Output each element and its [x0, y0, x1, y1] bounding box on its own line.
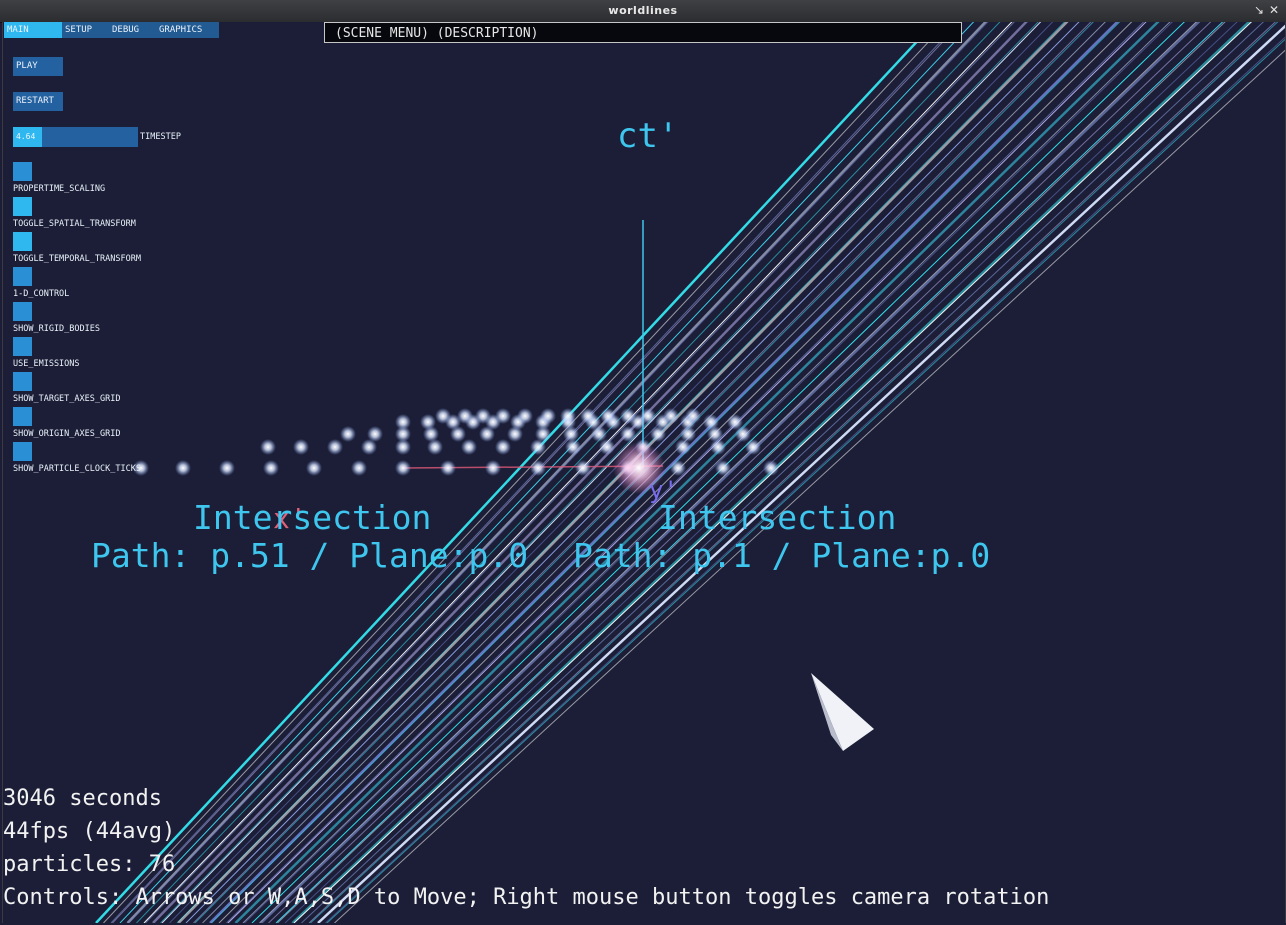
toggle-checkbox[interactable] [13, 162, 32, 181]
timestep-slider[interactable]: 4.64 [13, 127, 138, 147]
particle [420, 414, 436, 430]
particle [351, 460, 367, 476]
particle [663, 408, 679, 424]
worldline [244, 22, 1173, 923]
worldline [119, 22, 975, 923]
particle [727, 414, 743, 430]
elapsed-time: 3046 seconds [3, 786, 162, 811]
play-button[interactable]: PLAY [13, 57, 63, 76]
minimize-icon[interactable]: ↘ [1252, 3, 1266, 17]
particle [745, 439, 761, 455]
toggle-label: SHOW_PARTICLE_CLOCK_TICKS [13, 464, 141, 474]
particle-count: particles: 76 [3, 852, 176, 877]
particle [435, 408, 451, 424]
particle [340, 426, 356, 442]
worldline [161, 22, 1042, 923]
intersection-2-detail: Path: p.1 / Plane:p.0 [573, 536, 991, 575]
particle [763, 460, 779, 476]
toggle-label: USE_EMISSIONS [13, 359, 80, 369]
toggle-checkbox[interactable] [13, 442, 32, 461]
worldline [326, 38, 1285, 923]
toggle-label: PROPERTIME_SCALING [13, 184, 106, 194]
title-bar[interactable]: worldlines ↘ ✕ [0, 0, 1286, 23]
worldline [277, 22, 1226, 923]
tab-debug[interactable]: DEBUG [109, 22, 156, 38]
toggle-checkbox[interactable] [13, 372, 32, 391]
particle [703, 414, 719, 430]
toggle-label: SHOW_ORIGIN_AXES_GRID [13, 429, 121, 439]
particle [260, 439, 276, 455]
worldline [227, 22, 1147, 923]
particle [175, 460, 191, 476]
particle [485, 460, 501, 476]
toggle-label: 1-D_CONTROL [13, 289, 70, 299]
toggle-checkbox[interactable] [13, 197, 32, 216]
toggle-checkbox[interactable] [13, 407, 32, 426]
particle [461, 439, 477, 455]
worldline [152, 22, 1028, 923]
particle [475, 408, 491, 424]
scene-canvas [95, 22, 1285, 923]
fps-counter: 44fps (44avg) [3, 819, 176, 844]
particle [263, 460, 279, 476]
particle [715, 460, 731, 476]
particle [327, 439, 343, 455]
intersection-1-title: Intersection [193, 498, 432, 537]
particle [495, 408, 511, 424]
particle [440, 460, 456, 476]
particle [575, 460, 591, 476]
particle [540, 408, 556, 424]
toggle-checkbox[interactable] [13, 337, 32, 356]
controls-hint: Controls: Arrows or W,A,S,D to Move; Rig… [3, 885, 1050, 910]
toggle-label: TOGGLE_SPATIAL_TRANSFORM [13, 219, 136, 229]
tab-main[interactable]: MAIN [4, 22, 62, 38]
toggle-checkbox[interactable] [13, 232, 32, 251]
worldline [268, 22, 1212, 923]
particle [600, 408, 616, 424]
worldline [317, 24, 1285, 923]
toggle-label: TOGGLE_TEMPORAL_TRANSFORM [13, 254, 141, 264]
particle-field [133, 408, 779, 476]
worldline [128, 22, 989, 923]
intersection-1-detail: Path: p.51 / Plane:p.0 [91, 536, 529, 575]
close-icon[interactable]: ✕ [1267, 3, 1281, 17]
particle [640, 408, 656, 424]
toggle-checkbox[interactable] [13, 302, 32, 321]
scene-description-bar[interactable]: (SCENE MENU) (DESCRIPTION) [324, 22, 962, 43]
toggle-checkbox[interactable] [13, 267, 32, 286]
particle [293, 439, 309, 455]
particle [620, 408, 636, 424]
particle [306, 460, 322, 476]
worldline [234, 22, 1160, 923]
particle [530, 460, 546, 476]
toggle-label: SHOW_RIGID_BODIES [13, 324, 100, 334]
particle [670, 460, 686, 476]
timestep-label: TIMESTEP [140, 132, 181, 142]
particle [517, 408, 533, 424]
window-title: worldlines [608, 4, 678, 17]
ct-axis-label: ct' [617, 116, 679, 156]
worldline [284, 22, 1238, 923]
particle [457, 408, 473, 424]
particle [580, 408, 596, 424]
particle [367, 426, 383, 442]
particle [560, 408, 576, 424]
toggle-label: SHOW_TARGET_AXES_GRID [13, 394, 121, 404]
particle [495, 439, 511, 455]
menu-tabs: MAIN SETUP DEBUG GRAPHICS [4, 22, 219, 38]
tab-graphics[interactable]: GRAPHICS [156, 22, 219, 38]
worldline [211, 22, 1121, 923]
worldline [310, 22, 1279, 923]
particle [395, 460, 411, 476]
camera-pointer [811, 673, 874, 751]
restart-button[interactable]: RESTART [13, 92, 63, 111]
particle [219, 460, 235, 476]
tab-setup[interactable]: SETUP [62, 22, 109, 38]
particle [395, 414, 411, 430]
scene-viewport[interactable]: (SCENE MENU) (DESCRIPTION) MAIN SETUP DE… [2, 22, 1286, 923]
particle [685, 408, 701, 424]
intersection-2-title: Intersection [658, 498, 897, 537]
timestep-value: 4.64 [16, 132, 36, 141]
